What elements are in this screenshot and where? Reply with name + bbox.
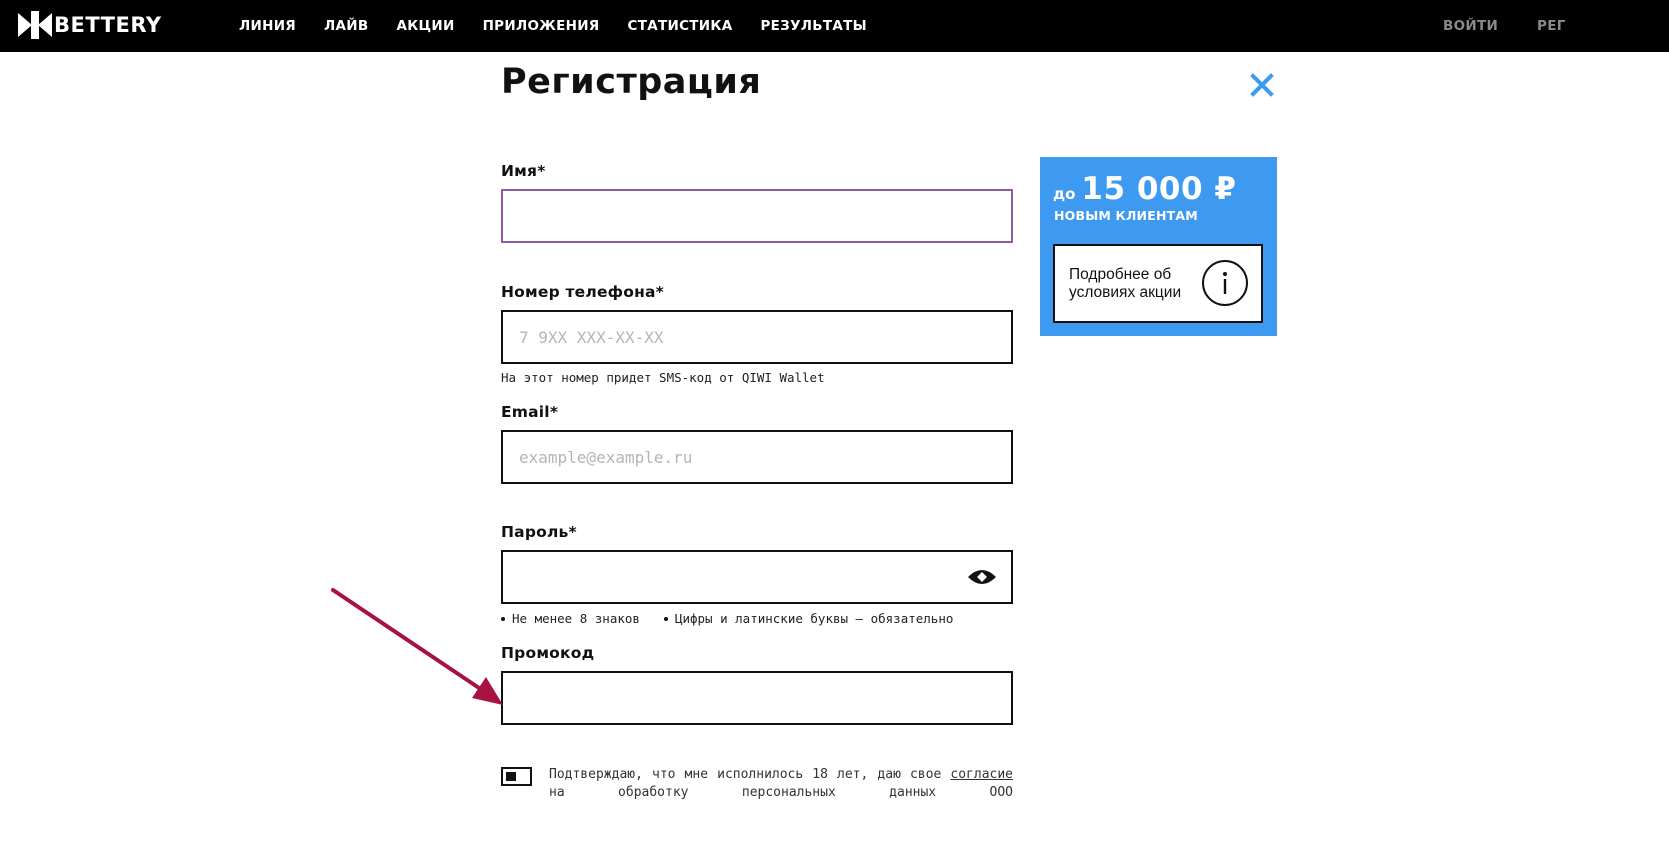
promo-subtitle: НОВЫМ КЛИЕНТАМ [1054,208,1198,223]
top-navigation-bar: BETTERY ЛИНИЯ ЛАЙВ АКЦИИ ПРИЛОЖЕНИЯ СТАТ… [0,0,1669,52]
consent-text-before: Подтверждаю, что мне исполнилось 18 лет,… [549,767,942,782]
toggle-knob [506,772,516,781]
logo-icon [18,11,52,39]
name-label: Имя* [501,162,546,180]
main-nav: ЛИНИЯ ЛАЙВ АКЦИИ ПРИЛОЖЕНИЯ СТАТИСТИКА Р… [239,0,895,52]
email-input[interactable] [501,430,1013,484]
nav-item-apps[interactable]: ПРИЛОЖЕНИЯ [483,18,600,34]
password-rule: Не менее 8 знаков [501,611,640,626]
register-link[interactable]: РЕГ [1537,0,1566,52]
page-title: Регистрация [501,62,762,102]
consent-text-after: на обработку персональных данных ООО [549,785,1013,800]
consent-link[interactable]: согласие [950,767,1013,782]
phone-input[interactable] [501,310,1013,364]
password-label: Пароль* [501,523,577,541]
phone-hint: На этот номер придет SMS-код от QIWI Wal… [501,370,825,385]
logo-text: BETTERY [54,13,162,37]
promocode-input[interactable] [501,671,1013,725]
name-input[interactable] [501,189,1013,243]
password-input[interactable] [501,550,1013,604]
nav-item-promotions[interactable]: АКЦИИ [396,18,454,34]
password-rule: Цифры и латинские буквы – обязательно [663,611,954,626]
consent-text: Подтверждаю, что мне исполнилось 18 лет,… [549,766,1013,802]
email-label: Email* [501,403,559,421]
nav-item-live[interactable]: ЛАЙВ [324,18,368,34]
promo-sum: 15 000 ₽ [1081,171,1237,207]
close-icon[interactable] [1250,73,1274,97]
login-link[interactable]: ВОЙТИ [1443,0,1498,52]
promo-details-button[interactable]: Подробнее об условиях акции [1053,244,1263,323]
eye-icon[interactable] [967,567,997,587]
nav-item-statistics[interactable]: СТАТИСТИКА [628,18,733,34]
nav-item-results[interactable]: РЕЗУЛЬТАТЫ [760,18,866,34]
promo-details-label: Подробнее об условиях акции [1069,266,1182,301]
consent-toggle[interactable] [501,767,532,786]
password-rules: Не менее 8 знаков Цифры и латинские букв… [501,611,977,626]
logo[interactable]: BETTERY [18,10,162,40]
password-rule-text: Не менее 8 знаков [512,611,640,626]
info-icon [1202,260,1248,306]
arrow-annotation [331,588,503,705]
phone-label: Номер телефона* [501,283,664,301]
promo-amount: до 15 000 ₽ [1053,171,1236,207]
nav-item-line[interactable]: ЛИНИЯ [239,18,296,34]
password-rule-text: Цифры и латинские буквы – обязательно [674,611,954,626]
promo-banner: до 15 000 ₽ НОВЫМ КЛИЕНТАМ Подробнее об … [1040,157,1277,336]
bullet-dot [663,616,668,621]
promo-prefix: до [1053,185,1076,203]
